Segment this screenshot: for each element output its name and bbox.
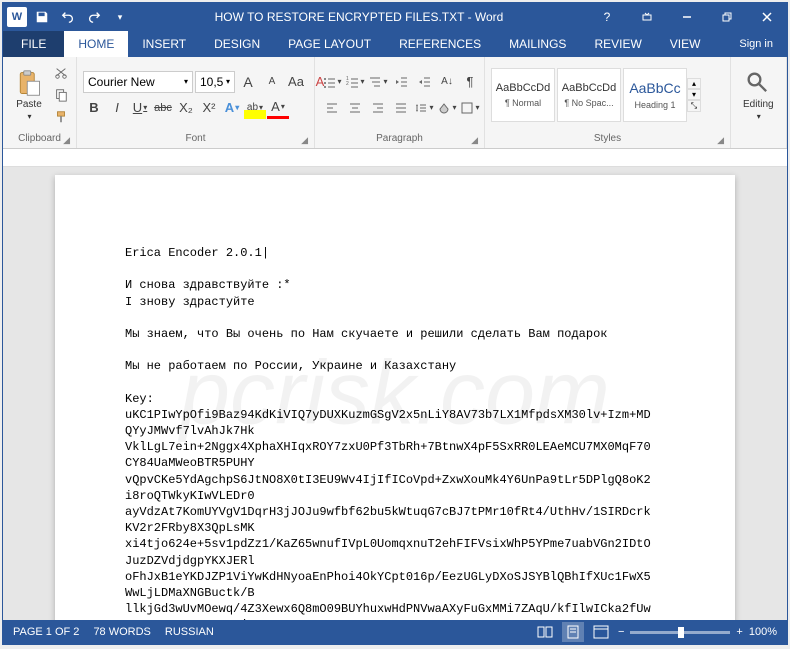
- format-painter-icon[interactable]: [51, 107, 71, 127]
- font-label: Font: [185, 133, 205, 144]
- ribbon: Paste▾ Clipboard◢ Courier New▾ 10,5▾ A A…: [3, 57, 787, 149]
- sort-icon[interactable]: A↓: [436, 71, 458, 93]
- editing-label: [737, 130, 780, 146]
- read-mode-icon[interactable]: [534, 622, 556, 642]
- restore-button[interactable]: [707, 3, 747, 31]
- close-button[interactable]: [747, 3, 787, 31]
- text-effects-icon[interactable]: A▾: [221, 97, 243, 119]
- tab-references[interactable]: REFERENCES: [385, 31, 495, 57]
- tab-file[interactable]: FILE: [3, 31, 64, 57]
- language-indicator[interactable]: RUSSIAN: [165, 626, 214, 638]
- help-button[interactable]: ?: [587, 3, 627, 31]
- word-window: W ▾ HOW TO RESTORE ENCRYPTED FILES.TXT -…: [2, 2, 788, 645]
- line-spacing-icon[interactable]: ▾: [413, 97, 435, 119]
- bold-button[interactable]: B: [83, 97, 105, 119]
- redo-icon[interactable]: [83, 6, 105, 28]
- undo-icon[interactable]: [57, 6, 79, 28]
- save-icon[interactable]: [31, 6, 53, 28]
- superscript-button[interactable]: X²: [198, 97, 220, 119]
- web-layout-icon[interactable]: [590, 622, 612, 642]
- align-center-icon[interactable]: [344, 97, 366, 119]
- paste-label: Paste: [16, 99, 42, 110]
- show-marks-icon[interactable]: ¶: [459, 71, 481, 93]
- style-heading-1[interactable]: AaBbCcHeading 1: [623, 68, 687, 122]
- document-area[interactable]: pcrisk.com Erica Encoder 2.0.1| И снова …: [3, 167, 787, 620]
- style--normal[interactable]: AaBbCcDd¶ Normal: [491, 68, 555, 122]
- app-icon: W: [7, 7, 27, 27]
- ruler[interactable]: [3, 149, 787, 167]
- qat-customize-icon[interactable]: ▾: [109, 6, 131, 28]
- font-name-select[interactable]: Courier New▾: [83, 71, 193, 93]
- group-editing: Editing▾: [731, 57, 787, 148]
- font-launcher-icon[interactable]: ◢: [301, 135, 308, 146]
- tab-view[interactable]: VIEW: [656, 31, 715, 57]
- zoom-level[interactable]: 100%: [749, 626, 777, 638]
- multilevel-icon[interactable]: ▾: [367, 71, 389, 93]
- styles-down-icon[interactable]: ▾: [687, 89, 701, 100]
- zoom-slider[interactable]: [630, 631, 730, 634]
- ribbon-display-button[interactable]: [627, 3, 667, 31]
- page[interactable]: Erica Encoder 2.0.1| И снова здравствуйт…: [55, 175, 735, 620]
- cut-icon[interactable]: [51, 63, 71, 83]
- subscript-button[interactable]: X₂: [175, 97, 197, 119]
- shrink-font-icon[interactable]: A: [261, 71, 283, 93]
- print-layout-icon[interactable]: [562, 622, 584, 642]
- group-font: Courier New▾ 10,5▾ A A Aa A B I U▾ abc X…: [77, 57, 315, 148]
- svg-text:2: 2: [346, 81, 349, 87]
- borders-icon[interactable]: ▾: [459, 97, 481, 119]
- page-indicator[interactable]: PAGE 1 OF 2: [13, 626, 79, 638]
- grow-font-icon[interactable]: A: [237, 71, 259, 93]
- tab-review[interactable]: REVIEW: [580, 31, 655, 57]
- underline-button[interactable]: U▾: [129, 97, 151, 119]
- ribbon-tabs: FILE HOMEINSERTDESIGNPAGE LAYOUTREFERENC…: [3, 31, 787, 57]
- align-left-icon[interactable]: [321, 97, 343, 119]
- word-count[interactable]: 78 WORDS: [93, 626, 150, 638]
- group-clipboard: Paste▾ Clipboard◢: [3, 57, 77, 148]
- minimize-button[interactable]: [667, 3, 707, 31]
- copy-icon[interactable]: [51, 85, 71, 105]
- group-paragraph: ▾ 12▾ ▾ A↓ ¶ ▾ ▾ ▾ Parag: [315, 57, 485, 148]
- tab-mailings[interactable]: MAILINGS: [495, 31, 580, 57]
- tab-page-layout[interactable]: PAGE LAYOUT: [274, 31, 385, 57]
- justify-icon[interactable]: [390, 97, 412, 119]
- styles-up-icon[interactable]: ▴: [687, 78, 701, 89]
- italic-button[interactable]: I: [106, 97, 128, 119]
- styles-more-icon[interactable]: ⤡: [687, 100, 701, 112]
- bullets-icon[interactable]: ▾: [321, 71, 343, 93]
- clipboard-launcher-icon[interactable]: ◢: [63, 135, 70, 146]
- tab-home[interactable]: HOME: [64, 31, 128, 57]
- group-styles: AaBbCcDd¶ NormalAaBbCcDd¶ No Spac...AaBb…: [485, 57, 731, 148]
- statusbar: PAGE 1 OF 2 78 WORDS RUSSIAN − + 100%: [3, 620, 787, 644]
- shading-icon[interactable]: ▾: [436, 97, 458, 119]
- styles-launcher-icon[interactable]: ◢: [717, 135, 724, 146]
- editing-button[interactable]: Editing▾: [737, 67, 780, 123]
- paragraph-launcher-icon[interactable]: ◢: [471, 135, 478, 146]
- style--no-spac-[interactable]: AaBbCcDd¶ No Spac...: [557, 68, 621, 122]
- styles-label: Styles: [594, 133, 621, 144]
- zoom-thumb[interactable]: [678, 627, 684, 638]
- clipboard-label: Clipboard: [18, 133, 61, 144]
- strike-button[interactable]: abc: [152, 97, 174, 119]
- font-color-icon[interactable]: A▾: [267, 97, 289, 119]
- zoom-out-button[interactable]: −: [618, 626, 624, 638]
- decrease-indent-icon[interactable]: [390, 71, 412, 93]
- highlight-icon[interactable]: ab▾: [244, 97, 266, 119]
- tab-design[interactable]: DESIGN: [200, 31, 274, 57]
- tab-insert[interactable]: INSERT: [128, 31, 200, 57]
- font-size-select[interactable]: 10,5▾: [195, 71, 235, 93]
- paragraph-label: Paragraph: [376, 133, 423, 144]
- change-case-icon[interactable]: Aa: [285, 71, 307, 93]
- zoom-in-button[interactable]: +: [736, 626, 742, 638]
- titlebar: W ▾ HOW TO RESTORE ENCRYPTED FILES.TXT -…: [3, 3, 787, 31]
- sign-in-link[interactable]: Sign in: [725, 31, 787, 57]
- paste-button[interactable]: Paste▾: [9, 67, 49, 123]
- numbering-icon[interactable]: 12▾: [344, 71, 366, 93]
- window-title: HOW TO RESTORE ENCRYPTED FILES.TXT - Wor…: [131, 10, 587, 24]
- align-right-icon[interactable]: [367, 97, 389, 119]
- increase-indent-icon[interactable]: [413, 71, 435, 93]
